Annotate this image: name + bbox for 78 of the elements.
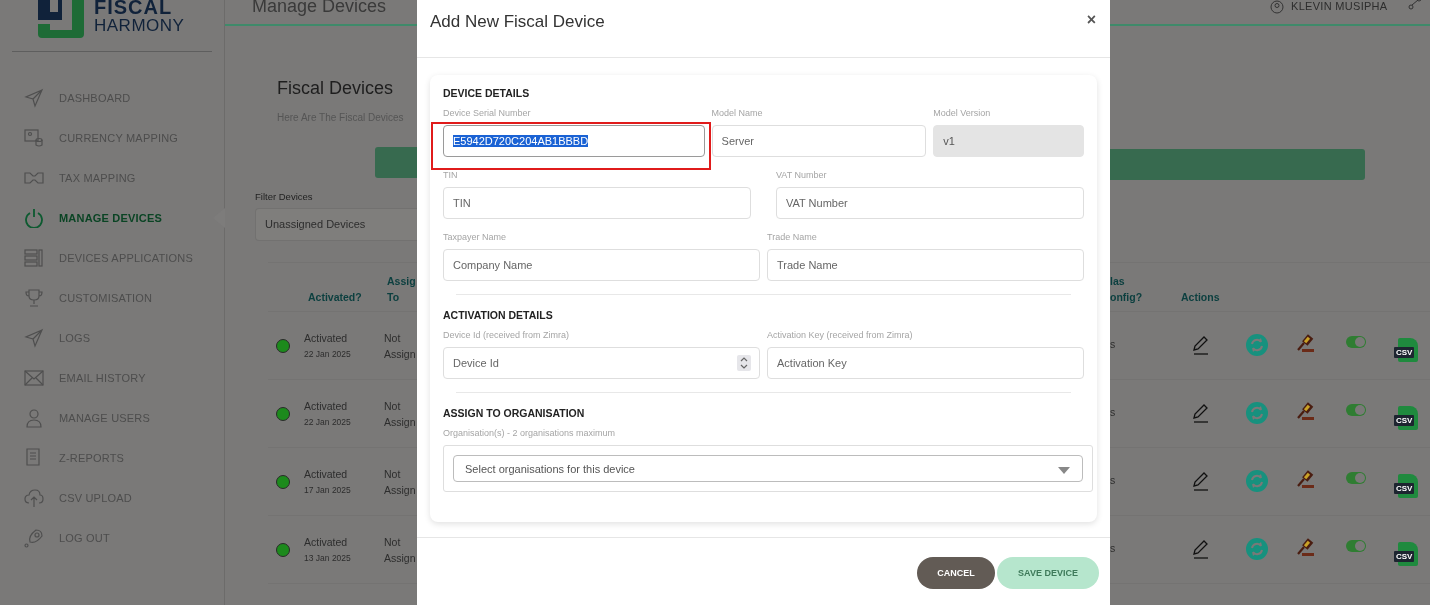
- column-header: Activated?: [308, 290, 362, 305]
- spinner-icon[interactable]: [737, 355, 751, 371]
- status-date: 22 Jan 2025: [304, 417, 352, 427]
- input-field[interactable]: VAT Number: [776, 187, 1084, 219]
- field-label: Activation Key (received from Zimra): [767, 330, 914, 340]
- user-name: KLEVIN MUSIPHA: [1291, 0, 1388, 12]
- field-label: TIN: [443, 170, 459, 180]
- column-header: las onfig?: [1110, 274, 1144, 305]
- status-text: Activated: [304, 400, 349, 412]
- field-label: VAT Number: [776, 170, 828, 180]
- table-cell: s: [1110, 338, 1116, 350]
- table-cell-text: Not Assign: [384, 398, 417, 430]
- edit-icon[interactable]: [1191, 402, 1211, 424]
- input-field[interactable]: Device Id: [443, 347, 760, 379]
- user-icon: [1270, 0, 1284, 14]
- field-label: Trade Name: [767, 232, 818, 242]
- cancel-button[interactable]: CANCEL: [917, 557, 995, 589]
- share-icon[interactable]: [1408, 0, 1422, 10]
- table-cell-text: Not Assign: [384, 330, 417, 362]
- status-date: 17 Jan 2025: [304, 485, 352, 495]
- table-cell: s: [1110, 406, 1116, 418]
- input-field[interactable]: Trade Name: [767, 249, 1084, 281]
- table-cell: s: [1110, 542, 1116, 554]
- gavel-icon[interactable]: [1296, 334, 1316, 354]
- field-label: Organisation(s) - 2 organisations maximum: [443, 428, 617, 438]
- status-text: Activated: [304, 536, 349, 548]
- input-field[interactable]: Activation Key: [767, 347, 1084, 379]
- list-icon: [24, 248, 44, 268]
- section-title: ACTIVATION DETAILS: [443, 309, 554, 321]
- status-date: 13 Jan 2025: [304, 553, 352, 563]
- toggle-switch[interactable]: [1346, 404, 1366, 416]
- user-icon: [24, 408, 44, 428]
- sidebar-item[interactable]: MANAGE DEVICES: [0, 198, 224, 238]
- mail-icon: [24, 368, 44, 388]
- column-header: Actions: [1181, 290, 1220, 305]
- gavel-icon[interactable]: [1296, 402, 1316, 422]
- input-field[interactable]: Server: [711, 125, 927, 157]
- input-field[interactable]: Company Name: [443, 249, 760, 281]
- brand-name: HARMONY: [94, 17, 185, 34]
- field-label: Device Id (received from Zimra): [443, 330, 571, 340]
- status-text: Activated: [304, 468, 349, 480]
- close-button[interactable]: ×: [1086, 11, 1096, 46]
- toggle-switch[interactable]: [1346, 540, 1366, 552]
- brand-name: FISCAL: [94, 0, 174, 17]
- cloud-upload-icon: [24, 488, 44, 508]
- send-icon: [24, 328, 44, 348]
- toggle-switch[interactable]: [1346, 472, 1366, 484]
- table-cell-text: Not Assign: [384, 466, 417, 498]
- gavel-icon[interactable]: [1296, 538, 1316, 558]
- table-cell-text: Not Assign: [384, 534, 417, 566]
- section-title: ASSIGN TO ORGANISATION: [443, 407, 586, 419]
- table-cell: s: [1110, 474, 1116, 486]
- gavel-icon[interactable]: [1296, 470, 1316, 490]
- toggle-switch[interactable]: [1346, 336, 1366, 348]
- edit-icon[interactable]: [1191, 470, 1211, 492]
- field-label: Device Serial Number: [443, 108, 532, 118]
- money-icon: [24, 128, 44, 148]
- filter-select[interactable]: Unassigned Devices: [255, 208, 417, 241]
- input-field[interactable]: E5942D720C204AB1BBBD: [443, 125, 705, 157]
- modal-title: Add New Fiscal Device: [430, 11, 605, 32]
- edit-icon[interactable]: [1191, 538, 1211, 560]
- status-text: Activated: [304, 332, 349, 344]
- send-icon: [24, 88, 44, 108]
- power-icon: [24, 208, 44, 228]
- organisation-select[interactable]: Select organisations for this device: [453, 455, 1083, 482]
- field-label: Taxpayer Name: [443, 232, 508, 242]
- logo-icon: [36, 0, 86, 38]
- field-label: Model Name: [711, 108, 764, 118]
- caret-icon: [1058, 467, 1070, 474]
- edit-icon[interactable]: [1191, 334, 1211, 356]
- status-date: 22 Jan 2025: [304, 349, 352, 359]
- section-title: DEVICE DETAILS: [443, 87, 531, 99]
- trophy-icon: [24, 288, 44, 308]
- filter-label: Filter Devices: [255, 191, 314, 202]
- page-title: Fiscal Devices: [277, 78, 395, 99]
- field-label: Model Version: [933, 108, 992, 118]
- input-field[interactable]: TIN: [443, 187, 751, 219]
- column-header: Assig To: [387, 274, 417, 305]
